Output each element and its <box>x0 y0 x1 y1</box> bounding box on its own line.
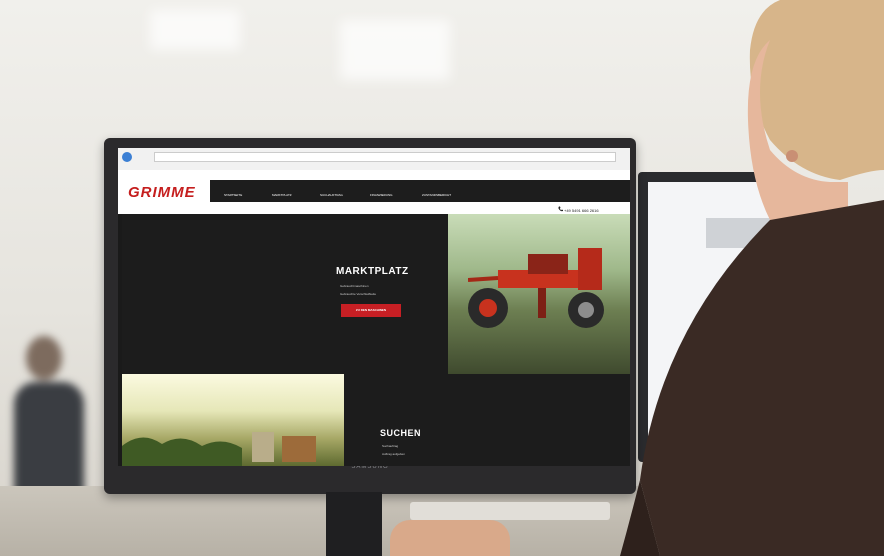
marktplatz-title: MARKTPLATZ <box>336 266 409 277</box>
nav-item-startseite[interactable]: STARTSEITE <box>224 193 242 197</box>
site-header: GRIMME STARTSEITE MARKTPLATZ SUCHAUFTRAG… <box>118 170 630 214</box>
nav-bar: STARTSEITE MARKTPLATZ SUCHAUFTRAG FINANZ… <box>210 180 630 202</box>
monitor-screen: GRIMME STARTSEITE MARKTPLATZ SUCHAUFTRAG… <box>118 148 630 466</box>
ceiling-light <box>340 20 450 80</box>
monitor-stand <box>326 492 382 556</box>
nav-item-suchauftrag[interactable]: SUCHAUFTRAG <box>320 193 343 197</box>
phone-icon <box>558 206 563 212</box>
ceiling-light <box>150 10 240 50</box>
suchen-line: Suchauftrag <box>382 444 399 448</box>
tree-line-image <box>122 432 316 466</box>
nav-item-finanzierung[interactable]: FINANZIERUNG <box>370 193 393 197</box>
browser-chrome <box>118 148 630 170</box>
grimme-logo[interactable]: GRIMME <box>128 184 196 201</box>
photo-scene: SAMSUNG GRIMME STARTSEITE MARKTPLATZ SUC… <box>0 0 884 556</box>
address-bar[interactable] <box>154 152 616 162</box>
harvester-photo <box>448 214 630 374</box>
nav-item-marktplatz[interactable]: MARKTPLATZ <box>272 193 292 197</box>
marktplatz-cta-button[interactable]: ZU DEN MASCHINEN <box>341 304 401 317</box>
nav-item-zustandsbericht[interactable]: ZUSTANDSBERICHT <box>422 193 451 197</box>
keyboard <box>410 502 610 520</box>
cta-label: ZU DEN MASCHINEN <box>355 308 387 312</box>
suchen-line: Auftrag aufgeben <box>382 452 406 456</box>
suchen-title: SUCHEN <box>380 428 422 438</box>
harvester-machine-image <box>468 248 604 328</box>
hands <box>390 520 510 556</box>
field-photo <box>122 374 344 466</box>
phone-number[interactable]: +49 5491 666 2616 <box>564 208 599 213</box>
marktplatz-panel <box>122 214 448 374</box>
marktplatz-line: Gebrauchtmaschinen <box>340 284 369 288</box>
woman-at-desk <box>620 0 884 556</box>
browser-icon[interactable] <box>122 152 132 162</box>
marktplatz-line: Gebrauchte Verschleißteile <box>340 292 377 296</box>
